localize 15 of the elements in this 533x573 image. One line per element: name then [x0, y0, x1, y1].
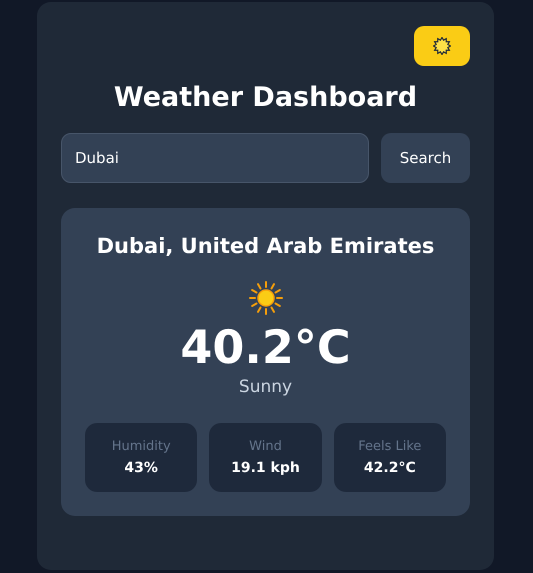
stat-value: 43%: [124, 460, 158, 476]
stat-value: 42.2°C: [364, 460, 416, 476]
search-button[interactable]: Search: [381, 133, 470, 183]
dashboard-title: Weather Dashboard: [112, 82, 418, 113]
city-search-field[interactable]: Dubai: [61, 133, 369, 183]
sun-icon: [433, 37, 451, 55]
stat-label: Humidity: [112, 439, 171, 454]
theme-toggle-button[interactable]: [414, 26, 470, 66]
temperature: 40.2°C: [180, 320, 351, 376]
stat-label: Feels Like: [358, 439, 422, 454]
sun-icon: [248, 280, 284, 316]
stat-value: 19.1 kph: [231, 460, 300, 476]
location-title: Dubai, United Arab Emirates: [96, 234, 434, 258]
stat-label: Wind: [249, 439, 282, 454]
condition: Sunny: [238, 377, 292, 398]
